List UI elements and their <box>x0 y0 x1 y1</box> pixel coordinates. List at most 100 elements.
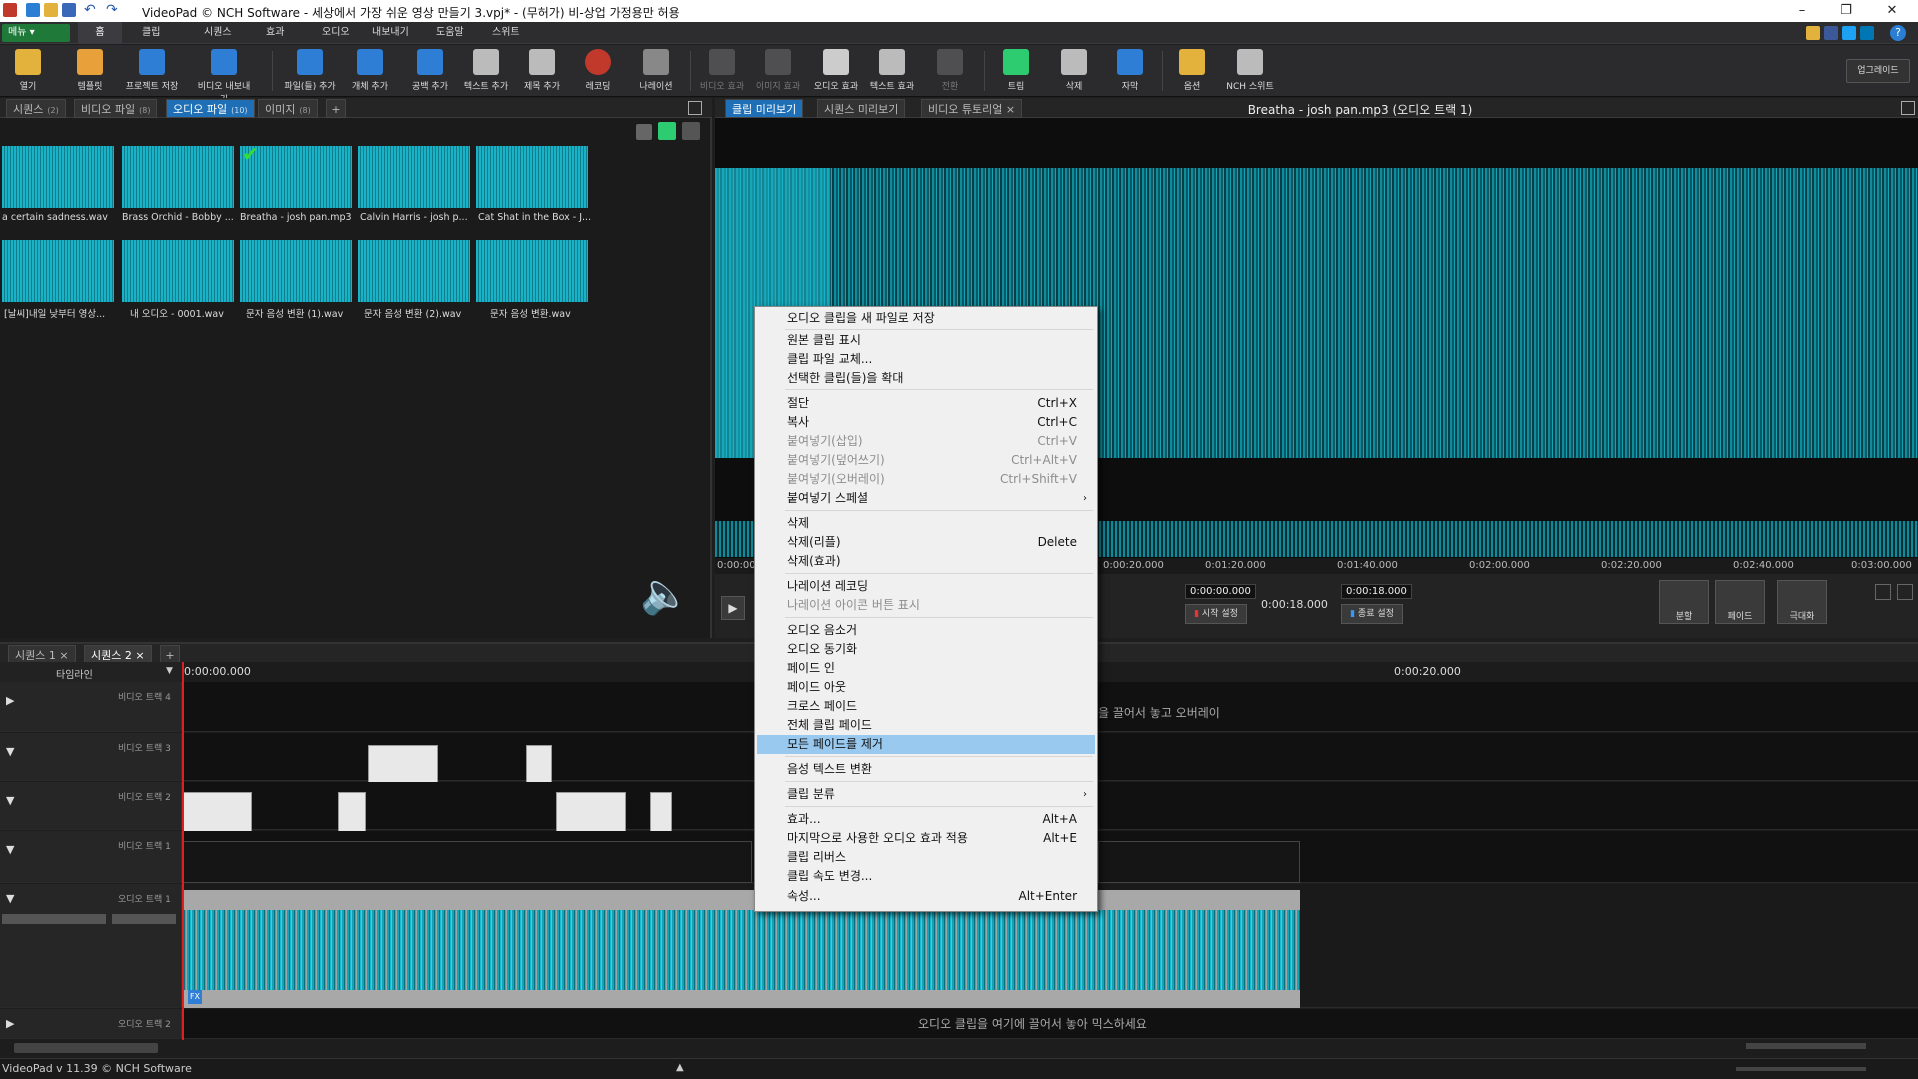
save-project-button[interactable]: 프로젝트 저장 <box>124 47 180 95</box>
text-effect-button[interactable]: 텍스트 효과 <box>864 47 920 95</box>
menu-item-apply-last-effect[interactable]: 마지막으로 사용한 오디오 효과 적용 Alt+E <box>757 829 1095 848</box>
clip-thumbnail[interactable] <box>358 146 470 208</box>
clip-thumbnail[interactable] <box>122 240 234 302</box>
tab-help[interactable]: 도움말 <box>428 22 472 44</box>
add-text-button[interactable]: 텍스트 추가 <box>458 47 514 95</box>
scrollbar-thumb[interactable] <box>14 1043 158 1053</box>
redo-icon[interactable]: ↷ <box>106 2 118 18</box>
tab-clip[interactable]: 클립 <box>134 22 168 44</box>
narration-button[interactable]: 나레이션 <box>628 47 684 95</box>
main-menu-button[interactable]: 메뉴 ▾ <box>2 24 70 42</box>
add-bin-tab-button[interactable]: + <box>326 99 346 118</box>
video-clip[interactable] <box>1098 841 1300 883</box>
undock-icon[interactable] <box>1901 101 1915 115</box>
menu-item-speech-to-text[interactable]: 음성 텍스트 변환 <box>757 760 1095 779</box>
pan-slider[interactable] <box>112 914 176 924</box>
trim-button[interactable]: 트림 <box>988 47 1044 95</box>
subtitle-button[interactable]: 자막 <box>1102 47 1158 95</box>
close-icon[interactable]: × <box>59 649 68 662</box>
set-end-button[interactable]: ▮ 종료 설정 <box>1341 604 1403 624</box>
close-icon[interactable]: × <box>1006 103 1015 116</box>
tab-sequences[interactable]: 시퀀스 (2) <box>6 99 66 118</box>
menu-item-cross-fade[interactable]: 크로스 페이드 <box>757 697 1095 716</box>
clip-thumbnail[interactable] <box>476 146 588 208</box>
menu-item-show-original[interactable]: 원본 클립 표시 <box>757 331 1095 350</box>
menu-item-reverse-clip[interactable]: 클립 리버스 <box>757 848 1095 867</box>
add-title-button[interactable]: 제목 추가 <box>514 47 570 95</box>
tab-clip-preview[interactable]: 클립 미리보기 <box>725 99 804 118</box>
clip-thumbnail[interactable]: ✔ <box>240 142 352 208</box>
restore-button[interactable]: ❐ <box>1824 0 1868 22</box>
add-files-button[interactable]: 파일(들) 추가 <box>282 47 338 95</box>
collapse-panel-icon[interactable]: ▲ <box>676 1062 684 1073</box>
tab-sequence[interactable]: 시퀀스 <box>196 22 240 44</box>
open-icon[interactable] <box>44 3 58 17</box>
tab-audio[interactable]: 오디오 <box>314 22 358 44</box>
upgrade-button[interactable]: 업그레이드 <box>1846 59 1910 83</box>
menu-item-sync-audio[interactable]: 오디오 동기화 <box>757 640 1095 659</box>
collapse-icon[interactable]: ▼ <box>6 843 14 856</box>
video-effect-button[interactable]: 비디오 효과 <box>694 47 750 95</box>
menu-item-fade-out[interactable]: 페이드 아웃 <box>757 678 1095 697</box>
expand-icon[interactable]: ▶ <box>6 1017 14 1030</box>
tab-home[interactable]: 홈 <box>78 22 122 44</box>
zoom-in-icon[interactable] <box>1897 584 1913 600</box>
tab-suite[interactable]: 스위트 <box>484 22 528 44</box>
twitter-icon[interactable] <box>1842 26 1856 40</box>
menu-item-record-narration[interactable]: 나레이션 레코딩 <box>757 577 1095 596</box>
video-clip[interactable] <box>338 792 366 832</box>
zoom-slider[interactable] <box>1746 1043 1866 1049</box>
tab-sequence-preview[interactable]: 시퀀스 미리보기 <box>817 99 906 118</box>
play-button[interactable]: ▶ <box>721 596 745 620</box>
volume-slider[interactable] <box>1736 1067 1866 1071</box>
menu-item-classify-clip[interactable]: 클립 분류 › <box>757 785 1095 804</box>
close-icon[interactable]: × <box>135 649 144 662</box>
volume-slider[interactable] <box>2 914 106 924</box>
image-effect-button[interactable]: 이미지 효과 <box>750 47 806 95</box>
tab-video-files[interactable]: 비디오 파일 (8) <box>74 99 158 118</box>
template-button[interactable]: 템플릿 <box>62 47 118 95</box>
export-video-button[interactable]: 비디오 내보내기 <box>196 47 252 105</box>
zoom-out-icon[interactable] <box>1875 584 1891 600</box>
clip-thumbnail[interactable] <box>2 240 114 302</box>
video-clip[interactable] <box>368 745 438 785</box>
menu-item-effects[interactable]: 효과... Alt+A <box>757 810 1095 829</box>
menu-item-fade-in[interactable]: 페이드 인 <box>757 659 1095 678</box>
video-clip[interactable] <box>182 792 252 832</box>
help-icon[interactable]: ? <box>1890 25 1906 41</box>
close-button[interactable]: ✕ <box>1870 0 1914 22</box>
video-clip[interactable] <box>556 792 626 832</box>
delete-button[interactable]: 삭제 <box>1046 47 1102 95</box>
menu-item-replace-file[interactable]: 클립 파일 교체... <box>757 350 1095 369</box>
menu-item-remove-all-fades[interactable]: 모든 페이드를 제거 <box>757 735 1095 754</box>
save-icon[interactable] <box>62 3 76 17</box>
menu-item-copy[interactable]: 복사 Ctrl+C <box>757 413 1095 432</box>
menu-item-save-as-new-file[interactable]: 오디오 클립을 새 파일로 저장 <box>757 309 1095 328</box>
menu-item-fade-whole-clip[interactable]: 전체 클립 페이드 <box>757 716 1095 735</box>
expand-icon[interactable]: ▶ <box>6 694 14 707</box>
facebook-icon[interactable] <box>1824 26 1838 40</box>
undock-icon[interactable] <box>688 101 702 115</box>
new-icon[interactable] <box>26 3 40 17</box>
trash-icon[interactable] <box>636 124 652 140</box>
menu-item-properties[interactable]: 속성... Alt+Enter <box>757 887 1095 906</box>
menu-item-cut[interactable]: 절단 Ctrl+X <box>757 394 1095 413</box>
options-button[interactable]: 옵션 <box>1164 47 1220 95</box>
menu-item-change-speed[interactable]: 클립 속도 변경... <box>757 867 1095 886</box>
clip-thumbnail[interactable] <box>122 146 234 208</box>
like-icon[interactable] <box>1806 26 1820 40</box>
fade-button[interactable]: 페이드 <box>1715 580 1765 624</box>
split-button[interactable]: 분할 <box>1659 580 1709 624</box>
playhead[interactable] <box>182 662 184 1040</box>
collapse-icon[interactable]: ▼ <box>6 745 14 758</box>
clip-thumbnail[interactable] <box>240 240 352 302</box>
menu-item-delete-effects[interactable]: 삭제(효과) <box>757 552 1095 571</box>
transition-button[interactable]: 전환 <box>922 47 978 95</box>
video-clip[interactable] <box>182 841 752 883</box>
tab-effects[interactable]: 효과 <box>258 22 292 44</box>
audio-track-2[interactable]: ▶ 오디오 트랙 2 오디오 클립을 여기에 끌어서 놓아 믹스하세요 <box>0 1009 1918 1039</box>
menu-item-ripple-delete[interactable]: 삭제(리플) Delete <box>757 533 1095 552</box>
chevron-down-icon[interactable]: ▼ <box>166 666 173 676</box>
clip-thumbnail[interactable] <box>2 146 114 208</box>
nch-suite-button[interactable]: NCH 스위트 <box>1222 47 1278 95</box>
